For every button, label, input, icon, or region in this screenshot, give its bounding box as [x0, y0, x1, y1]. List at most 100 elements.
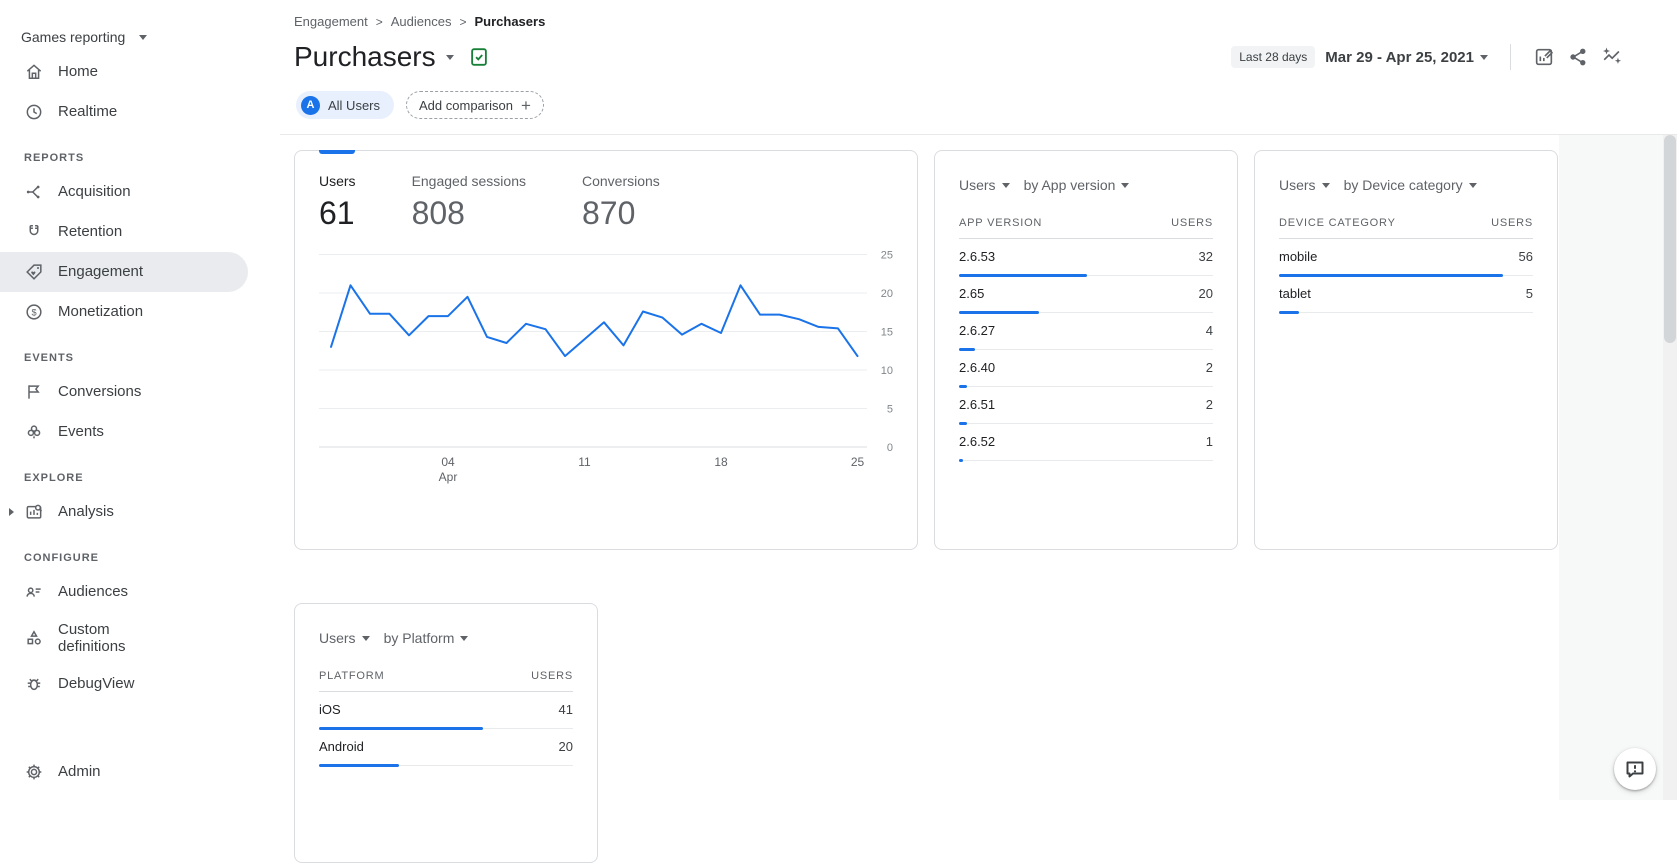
users-value: 2	[1206, 360, 1213, 375]
report-area: Engagement > Audiences > Purchasers Purc…	[280, 0, 1677, 800]
breadcrumb: Engagement > Audiences > Purchasers	[280, 0, 1677, 29]
breadcrumb-engagement[interactable]: Engagement	[294, 14, 368, 29]
dimension-value: 2.6.53	[959, 249, 995, 264]
dimension-table: iOS41Android20	[319, 692, 573, 766]
date-range-control[interactable]: Last 28 days Mar 29 - Apr 25, 2021	[1231, 42, 1629, 72]
property-selector[interactable]: Games reporting	[0, 0, 272, 52]
sidebar-item-custom-definitions[interactable]: Custom definitions	[0, 612, 248, 664]
users-value: 32	[1199, 249, 1213, 264]
breadcrumb-audiences[interactable]: Audiences	[391, 14, 452, 29]
dimension-selector[interactable]: by App version	[1024, 177, 1130, 193]
dropdown-caret-icon	[1121, 183, 1129, 188]
dimension-value: 2.6.27	[959, 323, 995, 338]
tag-heart-icon	[24, 262, 44, 282]
sidebar-item-label: Admin	[58, 763, 101, 780]
date-range-value[interactable]: Mar 29 - Apr 25, 2021	[1325, 49, 1488, 66]
add-comparison-button[interactable]: Add comparison +	[406, 91, 544, 119]
metric-tab-conversions[interactable]: Conversions 870	[582, 173, 660, 232]
dimension-selector[interactable]: by Platform	[384, 630, 469, 646]
share-button[interactable]	[1561, 42, 1595, 72]
scrollbar-thumb[interactable]	[1664, 135, 1676, 343]
right-gutter	[1559, 135, 1677, 800]
svg-text:20: 20	[881, 288, 893, 300]
metric-selector-label: Users	[1279, 177, 1316, 193]
sidebar-item-label: Retention	[58, 223, 122, 240]
sidebar-item-label: Analysis	[58, 503, 114, 520]
date-dropdown-caret-icon	[1480, 55, 1488, 60]
svg-text:04: 04	[441, 455, 455, 469]
table-row: mobile56	[1279, 239, 1533, 276]
dollar-circle-icon: $	[24, 302, 44, 322]
sidebar-item-engagement[interactable]: Engagement	[0, 252, 248, 292]
column-header-users: USERS	[1171, 217, 1213, 229]
feedback-button[interactable]	[1614, 748, 1656, 790]
bar	[319, 764, 399, 767]
metric-value: 61	[319, 195, 356, 232]
toolbar-bottom-divider	[280, 134, 1677, 135]
dropdown-caret-icon	[460, 636, 468, 641]
svg-text:25: 25	[881, 250, 893, 262]
svg-text:11: 11	[578, 455, 591, 469]
metric-selector[interactable]: Users	[1279, 177, 1330, 193]
shapes-icon	[24, 628, 44, 648]
sidebar-item-admin[interactable]: Admin	[0, 752, 248, 792]
insights-button[interactable]	[1595, 42, 1629, 72]
feedback-bubble-icon	[1623, 757, 1647, 781]
svg-text:5: 5	[887, 404, 893, 416]
sidebar-item-retention[interactable]: Retention	[0, 212, 248, 252]
chevron-right-icon: >	[459, 15, 466, 29]
table-row: 2.6.521	[959, 424, 1213, 461]
metric-label: Users	[319, 173, 356, 189]
sidebar-item-analysis[interactable]: Analysis	[0, 492, 248, 532]
title-dropdown-caret-icon[interactable]	[446, 55, 454, 60]
comparison-label: All Users	[328, 98, 380, 113]
sidebar-item-audiences[interactable]: Audiences	[0, 572, 248, 612]
column-header-dimension: PLATFORM	[319, 670, 384, 682]
metric-selector[interactable]: Users	[959, 177, 1010, 193]
users-value: 2	[1206, 397, 1213, 412]
svg-text:10: 10	[881, 365, 893, 377]
column-header-users: USERS	[531, 670, 573, 682]
sidebar-item-monetization[interactable]: $ Monetization	[0, 292, 248, 332]
sidebar-item-label: Home	[58, 63, 98, 80]
table-row: 2.6.512	[959, 387, 1213, 424]
sidebar-item-acquisition[interactable]: Acquisition	[0, 172, 248, 212]
sidebar-item-realtime[interactable]: Realtime	[0, 92, 248, 132]
dimension-value: iOS	[319, 702, 341, 717]
sidebar-item-label: Audiences	[58, 583, 128, 600]
bar	[1279, 311, 1299, 314]
users-value: 41	[559, 702, 573, 717]
expand-arrow-icon[interactable]	[9, 508, 14, 516]
column-header-users: USERS	[1491, 217, 1533, 229]
table-header: APP VERSION USERS	[959, 217, 1213, 239]
dimension-table: mobile56tablet5	[1279, 239, 1533, 313]
users-value: 20	[1199, 286, 1213, 301]
svg-text:15: 15	[881, 327, 893, 339]
users-value: 1	[1206, 434, 1213, 449]
metric-selector[interactable]: Users	[319, 630, 370, 646]
metric-value: 870	[582, 195, 660, 232]
breadcrumb-purchasers: Purchasers	[474, 14, 545, 29]
dimension-selector[interactable]: by Device category	[1344, 177, 1477, 193]
svg-text:25: 25	[851, 455, 865, 469]
sidebar-item-conversions[interactable]: Conversions	[0, 372, 248, 412]
all-users-comparison-chip[interactable]: A All Users	[296, 91, 394, 119]
events-icon	[24, 422, 44, 442]
metric-tab-engaged-sessions[interactable]: Engaged sessions 808	[412, 173, 526, 232]
sidebar-item-debugview[interactable]: DebugView	[0, 664, 248, 704]
sidebar-item-label: Realtime	[58, 103, 117, 120]
customize-report-button[interactable]	[1527, 42, 1561, 72]
sidebar-item-label: Custom definitions	[58, 621, 178, 656]
sidebar-item-label: Monetization	[58, 303, 143, 320]
svg-text:18: 18	[714, 455, 728, 469]
sidebar-item-events[interactable]: Events	[0, 412, 248, 452]
metric-tab-users[interactable]: Users 61	[319, 173, 356, 232]
report-saved-icon[interactable]	[468, 46, 490, 68]
scrollbar-track[interactable]	[1663, 135, 1677, 800]
sidebar-item-home[interactable]: Home	[0, 52, 248, 92]
dimension-value: mobile	[1279, 249, 1317, 264]
dropdown-caret-icon	[1002, 183, 1010, 188]
sidebar-item-label: Engagement	[58, 263, 143, 280]
date-range-text: Mar 29 - Apr 25, 2021	[1325, 49, 1474, 66]
metric-label: Engaged sessions	[412, 173, 526, 189]
